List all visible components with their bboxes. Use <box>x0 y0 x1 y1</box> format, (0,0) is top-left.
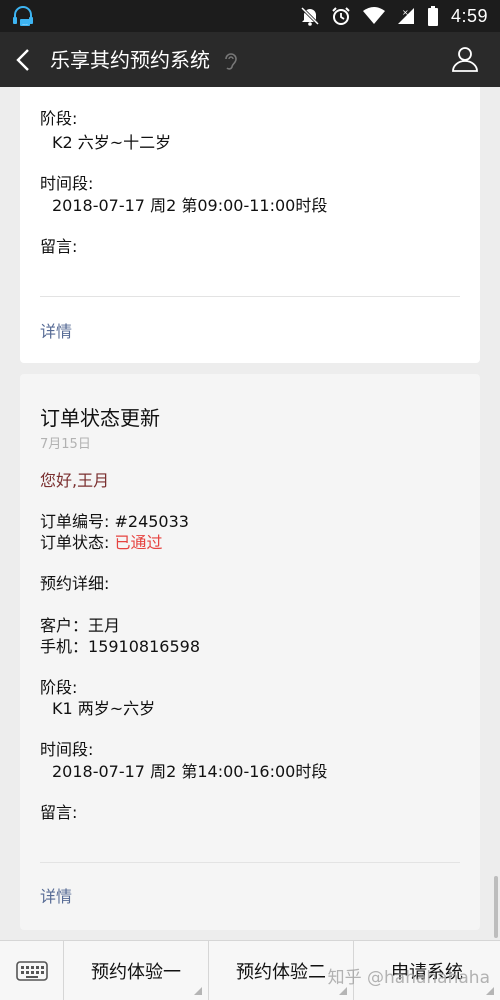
svg-text:×: × <box>402 8 409 17</box>
detail-link[interactable]: 详情 <box>40 883 72 907</box>
wifi-icon <box>362 7 385 24</box>
menu-button-experience-2[interactable]: 预约体验二 <box>209 941 354 1000</box>
menu-button-apply-system[interactable]: 申请系统 <box>354 941 500 1000</box>
stage-value: K1 两岁~六岁 <box>52 699 156 718</box>
keyboard-icon <box>15 961 48 981</box>
message-list[interactable]: 阶段: K2 六岁~十二岁 时间段: 2018-07-17 周2 第09:00-… <box>0 87 500 940</box>
svg-text:...: ... <box>22 20 28 27</box>
greeting-text: 您好,王月 <box>40 471 110 490</box>
keyboard-toggle-button[interactable] <box>0 941 64 1000</box>
scrollbar-thumb[interactable] <box>494 876 498 938</box>
bottom-menu: 预约体验一 预约体验二 申请系统 知乎 @hahahahaha <box>0 940 500 1000</box>
message-label: 留言: <box>40 803 78 822</box>
divider <box>40 862 460 863</box>
stage-label: 阶段: <box>40 109 78 128</box>
phone-label: 手机： <box>40 637 89 656</box>
time-value: 2018-07-17 周2 第14:00-16:00时段 <box>52 762 328 781</box>
card-date: 7月15日 <box>40 437 91 452</box>
time-label: 时间段: <box>40 174 94 193</box>
alarm-icon <box>332 7 350 25</box>
divider <box>40 296 460 297</box>
menu-button-experience-1[interactable]: 预约体验一 <box>64 941 209 1000</box>
order-status-row: 订单状态: 已通过 <box>40 529 163 553</box>
user-icon[interactable] <box>450 44 480 74</box>
detail-link[interactable]: 详情 <box>40 318 72 342</box>
chevron-left-icon[interactable] <box>10 46 38 74</box>
status-bar: ... × 4:59 <box>0 0 500 32</box>
menu-button-label: 申请系统 <box>391 962 463 983</box>
signal-icon: × <box>397 8 414 24</box>
submenu-indicator-icon <box>339 987 347 995</box>
submenu-indicator-icon <box>486 987 494 995</box>
ear-icon <box>225 53 237 70</box>
card-heading: 订单状态更新 <box>40 406 160 430</box>
order-status-value: 已通过 <box>114 533 163 552</box>
headset-notification-icon: ... <box>13 6 33 27</box>
phone-value: 15910816598 <box>88 637 200 656</box>
stage-value: K2 六岁~十二岁 <box>52 133 172 152</box>
nav-bar: 乐享其约预约系统 <box>0 32 500 87</box>
clock-time: 4:59 <box>450 5 488 26</box>
phone-row: 手机：15910816598 <box>40 633 200 657</box>
time-label: 时间段: <box>40 740 94 759</box>
message-card: 阶段: K2 六岁~十二岁 时间段: 2018-07-17 周2 第09:00-… <box>20 87 480 363</box>
page-title: 乐享其约预约系统 <box>50 48 210 72</box>
menu-button-label: 预约体验二 <box>236 962 326 983</box>
order-status-label: 订单状态: <box>40 533 115 552</box>
submenu-indicator-icon <box>194 987 202 995</box>
message-label: 留言: <box>40 237 78 256</box>
mute-icon <box>300 6 319 26</box>
time-value: 2018-07-17 周2 第09:00-11:00时段 <box>52 196 328 215</box>
menu-button-label: 预约体验一 <box>91 962 181 983</box>
message-card: 订单状态更新 7月15日 您好,王月 订单编号: #245033 订单状态: 已… <box>20 374 480 930</box>
battery-icon <box>427 6 438 26</box>
booking-detail-label: 预约详细: <box>40 574 110 593</box>
